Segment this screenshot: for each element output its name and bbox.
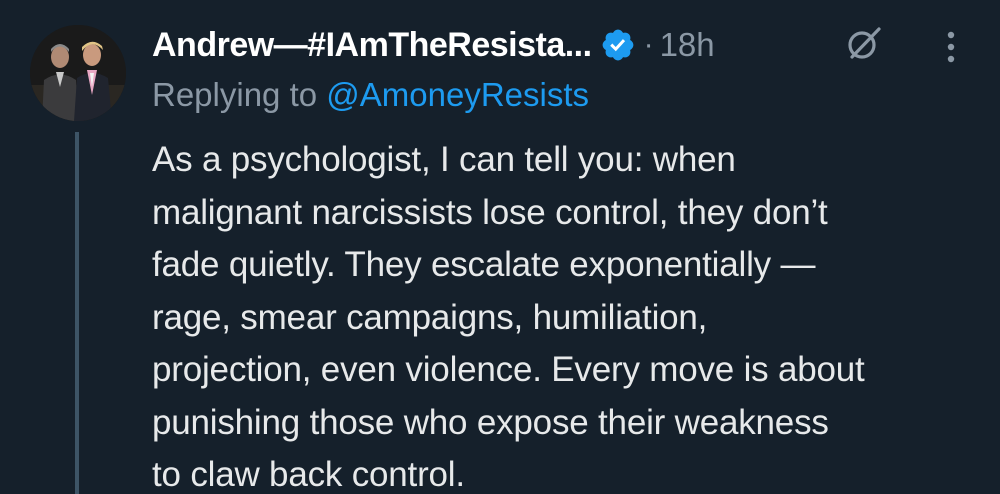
tweet-text-line: to claw back control. [152, 455, 465, 494]
tweet-text-line: As a psychologist, I can tell you: when [152, 140, 736, 179]
display-name[interactable]: Andrew—#IAmTheResista... [152, 26, 592, 65]
grok-icon[interactable] [846, 26, 882, 62]
replying-to-label: Replying to [152, 76, 327, 113]
thread-line [75, 132, 79, 494]
replying-to: Replying to @AmoneyResists [152, 76, 589, 114]
tweet-text-line: rage, smear campaigns, humiliation, [152, 297, 708, 337]
avatar[interactable] [30, 25, 126, 121]
avatar-photo [30, 25, 126, 121]
timestamp[interactable]: 18h [660, 26, 715, 64]
tweet-text-line: malignant narcissists lose control, they… [152, 192, 828, 232]
more-options-icon[interactable] [936, 27, 966, 67]
tweet-text-line: fade quietly. They escalate exponentiall… [152, 245, 816, 284]
replying-to-handle-link[interactable]: @AmoneyResists [326, 76, 589, 113]
tweet-text-line: punishing those who expose their weaknes… [152, 402, 829, 442]
tweet-text: As a psychologist, I can tell you: when … [152, 134, 992, 494]
separator-dot: · [643, 28, 654, 61]
tweet-header: Andrew—#IAmTheResista... · 18h [152, 20, 715, 70]
verified-badge-icon [600, 27, 636, 63]
tweet-text-line: projection, even violence. Every move is… [152, 350, 865, 389]
tweet-card[interactable]: Andrew—#IAmTheResista... · 18h Replying … [0, 0, 1000, 494]
